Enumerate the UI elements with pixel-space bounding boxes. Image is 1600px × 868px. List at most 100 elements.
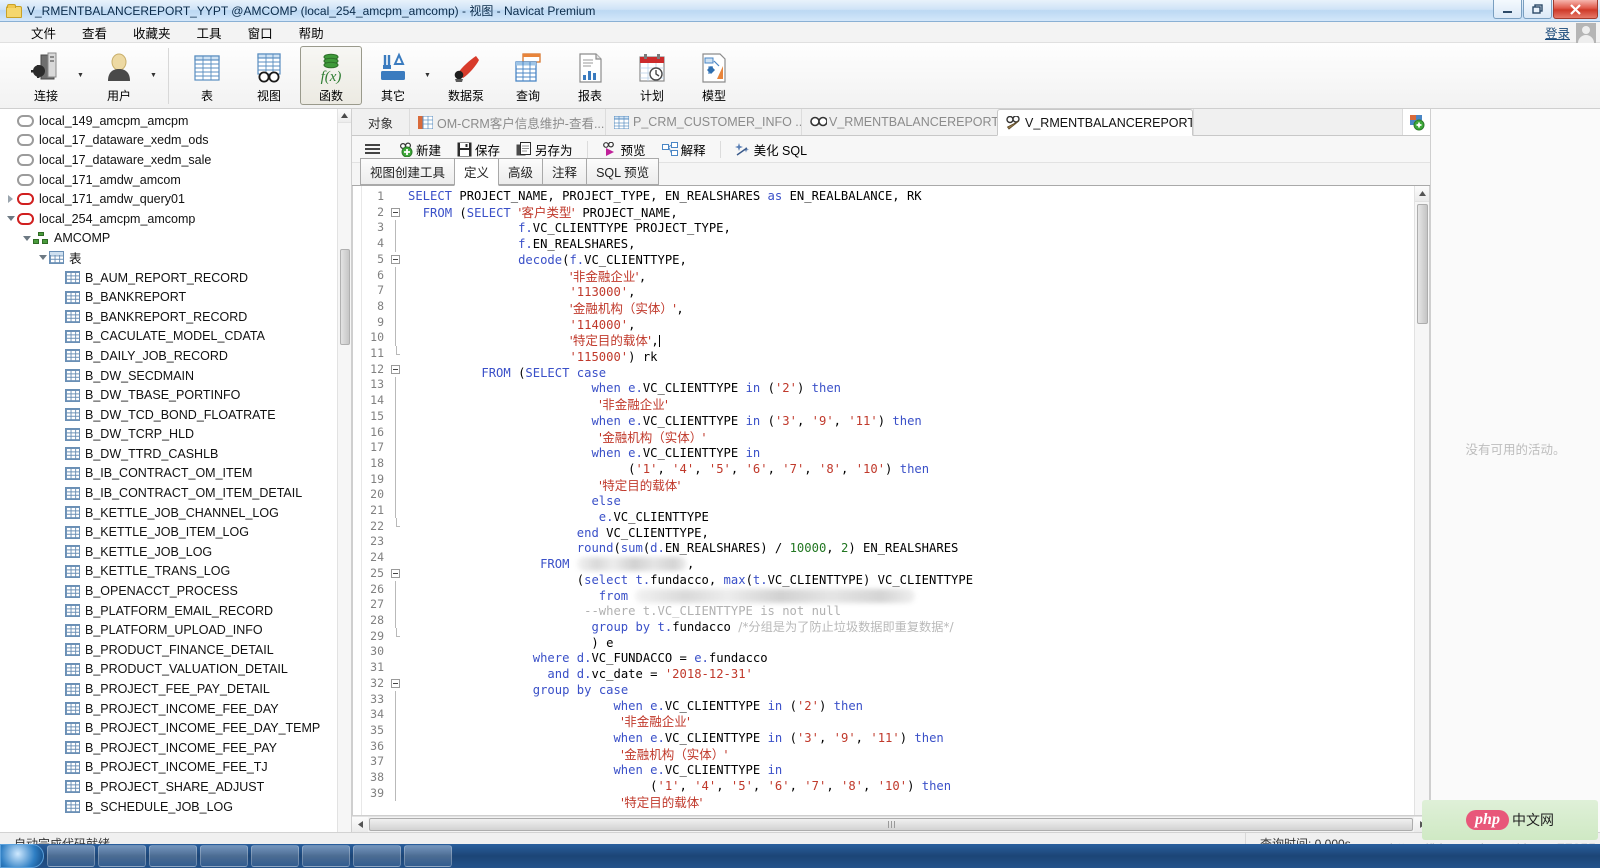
- taskbar-item[interactable]: [404, 845, 452, 867]
- tree-item-table[interactable]: B_OPENACCT_PROCESS: [0, 581, 351, 601]
- sidebar-scroll-thumb[interactable]: [340, 249, 350, 345]
- toolbar-model-button[interactable]: 模型: [683, 46, 745, 105]
- connection-dropdown-arrow[interactable]: ▼: [77, 46, 88, 79]
- tree-item-connection[interactable]: local_171_amdw_amcom: [0, 170, 351, 190]
- fold-toggle-icon[interactable]: [388, 675, 403, 691]
- menu-item-tools[interactable]: 工具: [184, 21, 235, 44]
- tree-item-table[interactable]: B_BANKREPORT_RECORD: [0, 307, 351, 327]
- sql-code-content[interactable]: SELECT PROJECT_NAME, PROJECT_TYPE, EN_RE…: [403, 186, 1414, 815]
- editor-vertical-scrollbar[interactable]: [1414, 186, 1429, 815]
- menu-item-window[interactable]: 窗口: [235, 21, 286, 44]
- other-dropdown-arrow[interactable]: ▼: [424, 46, 435, 79]
- taskbar-item[interactable]: [251, 845, 299, 867]
- tree-item-table[interactable]: B_KETTLE_TRANS_LOG: [0, 562, 351, 582]
- toolbar-datapump-button[interactable]: 数据泵: [435, 46, 497, 105]
- tree-item-table[interactable]: B_KETTLE_JOB_CHANNEL_LOG: [0, 503, 351, 523]
- tree-item-table[interactable]: B_PROJECT_SHARE_ADJUST: [0, 777, 351, 797]
- taskbar-item[interactable]: [98, 845, 146, 867]
- subtab-comment[interactable]: 注释: [542, 158, 588, 185]
- document-tab-view-design[interactable]: V_RMENTBALANCEREPORT...: [997, 109, 1194, 136]
- login-link[interactable]: 登录: [1545, 23, 1570, 42]
- tree-item-table[interactable]: B_IB_CONTRACT_OM_ITEM: [0, 464, 351, 484]
- subtab-view-builder[interactable]: 视图创建工具: [360, 158, 456, 185]
- toolbar-other-button[interactable]: 其它: [362, 46, 424, 105]
- sql-editor-viewport[interactable]: 1 2 3 4 5 6 7 8 9 10 11 12 13 14 15 16 17 18 19 20 21 22 23 24 2…: [353, 186, 1414, 815]
- add-object-button[interactable]: [1402, 109, 1430, 135]
- subtab-definition[interactable]: 定义: [454, 158, 500, 186]
- beautify-sql-button[interactable]: 美化 SQL: [728, 136, 815, 163]
- tree-item-connection[interactable]: local_149_amcpm_amcpm: [0, 111, 351, 131]
- toolbar-function-button[interactable]: f(x) 函数: [300, 46, 362, 105]
- tree-item-table[interactable]: B_IB_CONTRACT_OM_ITEM_DETAIL: [0, 483, 351, 503]
- menu-icon[interactable]: [360, 140, 389, 158]
- tree-item-connection[interactable]: local_171_amdw_query01: [0, 189, 351, 209]
- document-tab-view-result[interactable]: V_RMENTBALANCEREPORT...: [801, 109, 997, 135]
- tree-item-connection[interactable]: local_254_amcpm_amcomp: [0, 209, 351, 229]
- taskbar-item[interactable]: [47, 845, 95, 867]
- toolbar-connection-button[interactable]: 连接: [15, 46, 77, 105]
- toolbar-view-button[interactable]: 视图: [238, 46, 300, 105]
- tree-item-table[interactable]: B_BANKREPORT: [0, 287, 351, 307]
- tree-item-table[interactable]: B_CACULATE_MODEL_CDATA: [0, 327, 351, 347]
- sidebar-scrollbar[interactable]: [337, 109, 351, 832]
- tree-item-table[interactable]: B_PROJECT_INCOME_FEE_PAY: [0, 738, 351, 758]
- tree-item-table[interactable]: B_PLATFORM_EMAIL_RECORD: [0, 601, 351, 621]
- menu-item-file[interactable]: 文件: [18, 21, 69, 44]
- avatar[interactable]: [1576, 22, 1596, 43]
- tree-item-table[interactable]: B_AUM_REPORT_RECORD: [0, 268, 351, 288]
- fold-toggle-icon[interactable]: [388, 252, 403, 268]
- taskbar-item[interactable]: [302, 845, 350, 867]
- close-button[interactable]: [1553, 0, 1598, 19]
- start-button[interactable]: [0, 844, 44, 868]
- taskbar-item[interactable]: [149, 845, 197, 867]
- tree-item-table[interactable]: B_PROJECT_INCOME_FEE_DAY_TEMP: [0, 718, 351, 738]
- tree-item-connection[interactable]: local_17_dataware_xedm_sale: [0, 150, 351, 170]
- document-tab-p-crm-customer-info[interactable]: P_CRM_CUSTOMER_INFO ...: [605, 109, 801, 135]
- taskbar-item[interactable]: [200, 845, 248, 867]
- tree-item-table[interactable]: B_DW_TBASE_PORTINFO: [0, 385, 351, 405]
- document-tab-om-crm[interactable]: OM-CRM客户信息维护-查看...: [409, 109, 605, 135]
- tree-item-folder[interactable]: 表: [0, 248, 351, 268]
- tree-item-table[interactable]: B_SCHEDULE_JOB_LOG: [0, 797, 351, 817]
- connection-tree[interactable]: local_149_amcpm_amcpm local_17_dataware_x…: [0, 109, 351, 816]
- fold-toggle-icon[interactable]: [388, 205, 403, 221]
- fold-toggle-icon[interactable]: [388, 566, 403, 582]
- menu-item-view[interactable]: 查看: [69, 21, 120, 44]
- editor-scroll-left-arrow[interactable]: [352, 817, 368, 832]
- subtab-sql-preview[interactable]: SQL 预览: [586, 158, 660, 185]
- taskbar-item[interactable]: [353, 845, 401, 867]
- subtab-advanced[interactable]: 高级: [498, 158, 544, 185]
- explain-button[interactable]: 解释: [655, 136, 713, 163]
- toolbar-user-button[interactable]: 用户: [88, 46, 150, 105]
- toolbar-query-button[interactable]: 查询: [497, 46, 559, 105]
- tree-item-table[interactable]: B_DW_SECDMAIN: [0, 366, 351, 386]
- menu-item-help[interactable]: 帮助: [286, 21, 337, 44]
- code-folding-gutter[interactable]: [388, 186, 403, 815]
- expand-arrow-icon[interactable]: [20, 235, 33, 241]
- editor-horizontal-scrollbar[interactable]: [352, 816, 1430, 832]
- editor-vertical-scroll-thumb[interactable]: [1417, 204, 1428, 324]
- menu-item-favorites[interactable]: 收藏夹: [120, 21, 184, 44]
- editor-scroll-up-arrow[interactable]: [1415, 186, 1429, 202]
- tree-item-connection[interactable]: local_17_dataware_xedm_ods: [0, 131, 351, 151]
- tree-item-table[interactable]: B_KETTLE_JOB_ITEM_LOG: [0, 522, 351, 542]
- tree-item-table[interactable]: B_DW_TCD_BOND_FLOATRATE: [0, 405, 351, 425]
- expand-arrow-icon[interactable]: [36, 255, 49, 261]
- tree-item-table[interactable]: B_DW_TCRP_HLD: [0, 425, 351, 445]
- expand-arrow-icon[interactable]: [4, 216, 17, 222]
- toolbar-table-button[interactable]: 表: [176, 46, 238, 105]
- tree-item-table[interactable]: B_PROJECT_INCOME_FEE_DAY: [0, 699, 351, 719]
- tree-item-table[interactable]: B_PRODUCT_FINANCE_DETAIL: [0, 640, 351, 660]
- tree-item-table[interactable]: B_PLATFORM_UPLOAD_INFO: [0, 620, 351, 640]
- tree-item-table[interactable]: B_PROJECT_INCOME_FEE_TJ: [0, 758, 351, 778]
- tree-item-table[interactable]: B_KETTLE_JOB_LOG: [0, 542, 351, 562]
- toolbar-schedule-button[interactable]: 计划: [621, 46, 683, 105]
- collapse-arrow-icon[interactable]: [4, 195, 17, 204]
- restore-button[interactable]: [1523, 0, 1552, 19]
- fold-toggle-icon[interactable]: [388, 362, 403, 378]
- tree-item-table[interactable]: B_PRODUCT_VALUATION_DETAIL: [0, 660, 351, 680]
- tree-item-table[interactable]: B_DAILY_JOB_RECORD: [0, 346, 351, 366]
- tree-item-schema[interactable]: AMCOMP: [0, 229, 351, 249]
- user-dropdown-arrow[interactable]: ▼: [150, 46, 161, 79]
- tree-item-table[interactable]: B_PROJECT_FEE_PAY_DETAIL: [0, 679, 351, 699]
